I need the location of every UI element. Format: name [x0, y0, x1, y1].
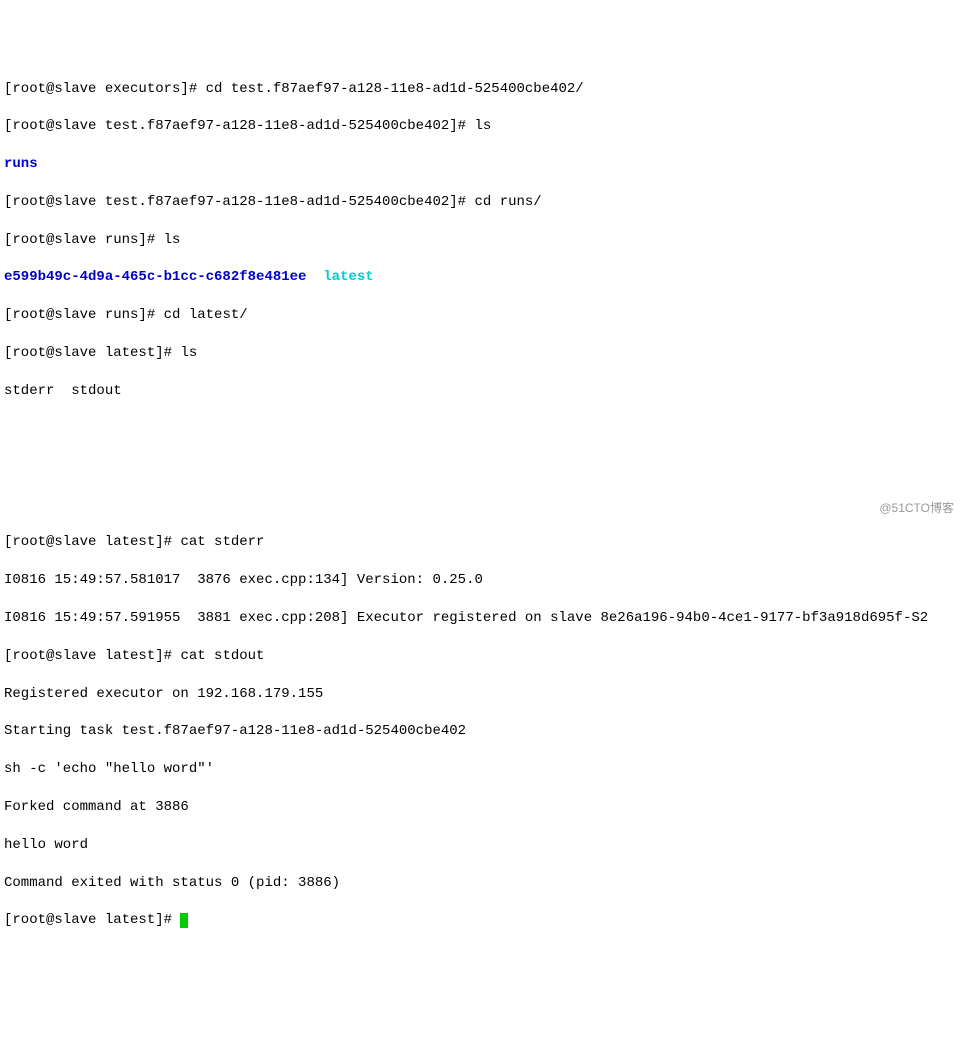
file-list: stderr stdout — [4, 383, 122, 399]
terminal-line: [root@slave latest]# cat stdout — [4, 647, 958, 666]
prompt: [root@slave latest]# — [4, 534, 180, 550]
terminal-line: [root@slave latest]# ls — [4, 344, 958, 363]
directory-name: e599b49c-4d9a-465c-b1cc-c682f8e481ee — [4, 269, 306, 285]
terminal-line: [root@slave runs]# cd latest/ — [4, 306, 958, 325]
terminal-line[interactable]: [root@slave latest]# — [4, 911, 958, 930]
terminal-output: runs — [4, 155, 958, 174]
terminal-output: sh -c 'echo "hello word"' — [4, 760, 958, 779]
terminal-line: [root@slave executors]# cd test.f87aef97… — [4, 80, 958, 99]
symlink-name: latest — [323, 269, 373, 285]
terminal-output: e599b49c-4d9a-465c-b1cc-c682f8e481ee lat… — [4, 268, 958, 287]
terminal-line: [root@slave test.f87aef97-a128-11e8-ad1d… — [4, 193, 958, 212]
prompt: [root@slave test.f87aef97-a128-11e8-ad1d… — [4, 118, 474, 134]
directory-name: runs — [4, 156, 38, 172]
terminal-output: Forked command at 3886 — [4, 798, 958, 817]
command: cat stderr — [180, 534, 264, 550]
prompt: [root@slave runs]# — [4, 307, 164, 323]
terminal-output: I0816 15:49:57.581017 3876 exec.cpp:134]… — [4, 571, 958, 590]
prompt: [root@slave test.f87aef97-a128-11e8-ad1d… — [4, 194, 474, 210]
terminal-output: Starting task test.f87aef97-a128-11e8-ad… — [4, 722, 958, 741]
terminal-line: [root@slave runs]# ls — [4, 231, 958, 250]
separator — [306, 269, 323, 285]
terminal-output: Registered executor on 192.168.179.155 — [4, 685, 958, 704]
terminal-output: hello word — [4, 836, 958, 855]
terminal-output: I0816 15:49:57.591955 3881 exec.cpp:208]… — [4, 609, 958, 628]
prompt: [root@slave latest]# — [4, 912, 180, 928]
terminal-output: Command exited with status 0 (pid: 3886) — [4, 874, 958, 893]
watermark: @51CTO博客 — [879, 500, 954, 516]
command: cd runs/ — [474, 194, 541, 210]
command: ls — [474, 118, 491, 134]
terminal-line: [root@slave latest]# cat stderr — [4, 533, 958, 552]
prompt: [root@slave runs]# — [4, 232, 164, 248]
blank-gap — [4, 420, 958, 515]
prompt: [root@slave latest]# — [4, 345, 180, 361]
command: cat stdout — [180, 648, 264, 664]
command: ls — [180, 345, 197, 361]
terminal-output: stderr stdout — [4, 382, 958, 401]
command: ls — [164, 232, 181, 248]
prompt: [root@slave executors]# — [4, 81, 206, 97]
command: cd latest/ — [164, 307, 248, 323]
cursor[interactable] — [180, 913, 188, 928]
prompt: [root@slave latest]# — [4, 648, 180, 664]
command: cd test.f87aef97-a128-11e8-ad1d-525400cb… — [206, 81, 584, 97]
terminal-line: [root@slave test.f87aef97-a128-11e8-ad1d… — [4, 117, 958, 136]
